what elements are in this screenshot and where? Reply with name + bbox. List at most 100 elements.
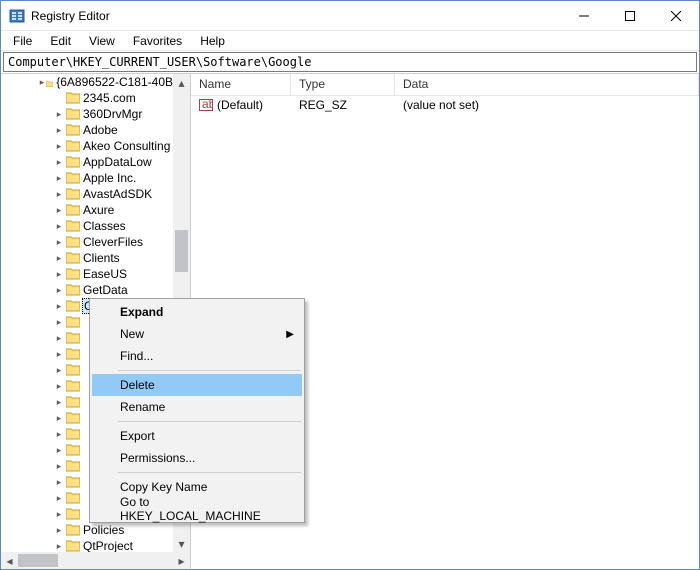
expand-icon[interactable]: ▸ xyxy=(53,282,65,298)
folder-icon xyxy=(66,220,80,232)
folder-icon xyxy=(66,172,80,184)
column-header-name[interactable]: Name xyxy=(191,74,291,95)
expand-icon[interactable]: ▸ xyxy=(53,138,65,154)
ctx-permissions[interactable]: Permissions... xyxy=(92,447,302,469)
tree-item[interactable]: ▸EaseUS xyxy=(1,266,173,282)
ctx-goto-hklm[interactable]: Go to HKEY_LOCAL_MACHINE xyxy=(92,498,302,520)
scroll-up-arrow-icon[interactable]: ▴ xyxy=(173,74,190,91)
list-row[interactable]: ab (Default) REG_SZ (value not set) xyxy=(191,96,699,114)
scroll-right-arrow-icon[interactable]: ▸ xyxy=(173,552,190,569)
tree-item[interactable]: ▸ AvastAdSDK xyxy=(1,186,173,202)
tree-item[interactable]: ▸ GetData xyxy=(1,282,173,298)
folder-icon xyxy=(66,508,80,520)
expand-icon[interactable]: ▸ xyxy=(53,234,65,250)
ctx-delete[interactable]: Delete xyxy=(92,374,302,396)
scroll-down-arrow-icon[interactable]: ▾ xyxy=(173,535,190,552)
expand-icon[interactable]: ▸ xyxy=(53,394,65,410)
scroll-thumb[interactable] xyxy=(175,230,188,272)
column-header-data[interactable]: Data xyxy=(395,74,699,95)
expand-icon[interactable]: ▸ xyxy=(53,410,65,426)
tree-item-label: GetData xyxy=(83,283,128,297)
expand-icon[interactable]: ▸ xyxy=(53,506,65,522)
minimize-button[interactable] xyxy=(561,1,607,30)
tree-item[interactable]: ▸ Policies xyxy=(1,522,173,538)
tree-item[interactable]: ▸Apple Inc. xyxy=(1,170,173,186)
folder-icon xyxy=(66,92,80,104)
folder-icon xyxy=(66,108,80,120)
value-type: REG_SZ xyxy=(291,98,395,112)
folder-icon xyxy=(66,188,80,200)
tree-item-label: AvastAdSDK xyxy=(83,187,152,201)
expand-icon[interactable]: ▸ xyxy=(53,298,65,314)
expand-icon[interactable]: ▸ xyxy=(53,106,65,122)
folder-icon xyxy=(66,204,80,216)
expand-icon[interactable]: ▸ xyxy=(53,250,65,266)
tree-item[interactable]: ▸AppDataLow xyxy=(1,154,173,170)
tree-item[interactable]: ▸360DrvMgr xyxy=(1,106,173,122)
expand-icon[interactable]: ▸ xyxy=(53,330,65,346)
ctx-rename[interactable]: Rename xyxy=(92,396,302,418)
menu-view[interactable]: View xyxy=(81,32,123,50)
tree-item[interactable]: ▸QtProject xyxy=(1,538,173,552)
expand-icon[interactable]: ▸ xyxy=(53,474,65,490)
scroll-thumb[interactable] xyxy=(18,554,58,567)
menu-bar: File Edit View Favorites Help xyxy=(1,31,699,51)
expand-icon[interactable]: ▸ xyxy=(53,442,65,458)
expand-icon[interactable]: ▸ xyxy=(53,490,65,506)
maximize-icon xyxy=(625,11,635,21)
expand-icon[interactable]: ▸ xyxy=(53,458,65,474)
tree-item[interactable]: ▸ Clients xyxy=(1,250,173,266)
expand-icon[interactable]: ▸ xyxy=(53,426,65,442)
tree-item-label: {6A896522-C181-40B xyxy=(56,75,173,89)
tree-item[interactable]: ▸Akeo Consulting xyxy=(1,138,173,154)
ctx-export[interactable]: Export xyxy=(92,425,302,447)
folder-icon xyxy=(66,252,80,264)
tree-item[interactable]: ▸Adobe xyxy=(1,122,173,138)
expand-icon[interactable]: ▸ xyxy=(53,218,65,234)
folder-icon xyxy=(66,412,80,424)
expand-icon[interactable]: ▸ xyxy=(53,266,65,282)
ctx-expand[interactable]: Expand xyxy=(92,301,302,323)
menu-favorites[interactable]: Favorites xyxy=(125,32,190,50)
folder-icon xyxy=(66,476,80,488)
tree-item[interactable]: ▸ {6A896522-C181-40B xyxy=(1,74,173,90)
tree-item[interactable]: ▸CleverFiles xyxy=(1,234,173,250)
minimize-icon xyxy=(579,11,589,21)
expand-icon[interactable]: ▸ xyxy=(39,74,45,90)
expand-icon[interactable]: ▸ xyxy=(53,346,65,362)
tree-item[interactable]: 2345.com xyxy=(1,90,173,106)
close-button[interactable] xyxy=(653,1,699,30)
folder-icon xyxy=(66,364,80,376)
expand-icon[interactable]: ▸ xyxy=(53,170,65,186)
expand-icon[interactable]: ▸ xyxy=(53,522,65,538)
ctx-find[interactable]: Find... xyxy=(92,345,302,367)
scroll-left-arrow-icon[interactable]: ◂ xyxy=(1,552,18,569)
expand-icon[interactable]: ▸ xyxy=(53,378,65,394)
column-header-type[interactable]: Type xyxy=(291,74,395,95)
tree-item[interactable]: ▸Axure xyxy=(1,202,173,218)
ctx-new[interactable]: New▶ xyxy=(92,323,302,345)
folder-icon xyxy=(46,76,53,88)
folder-icon xyxy=(66,524,80,536)
expand-icon[interactable]: ▸ xyxy=(53,186,65,202)
tree-item-label: Policies xyxy=(83,523,124,537)
expand-icon[interactable]: ▸ xyxy=(53,314,65,330)
folder-icon xyxy=(66,316,80,328)
tree-item[interactable]: ▸Classes xyxy=(1,218,173,234)
menu-help[interactable]: Help xyxy=(192,32,233,50)
expand-icon[interactable]: ▸ xyxy=(53,122,65,138)
folder-icon xyxy=(66,284,80,296)
expand-icon[interactable]: ▸ xyxy=(53,154,65,170)
menu-file[interactable]: File xyxy=(5,32,40,50)
submenu-arrow-icon: ▶ xyxy=(286,329,294,340)
maximize-button[interactable] xyxy=(607,1,653,30)
menu-edit[interactable]: Edit xyxy=(42,32,79,50)
address-input[interactable] xyxy=(3,52,697,72)
expand-icon[interactable]: ▸ xyxy=(53,362,65,378)
tree-item-label: 2345.com xyxy=(83,91,136,105)
expand-icon[interactable]: ▸ xyxy=(53,538,65,552)
expand-icon[interactable]: ▸ xyxy=(53,202,65,218)
tree-horizontal-scrollbar[interactable]: ◂ ▸ xyxy=(1,552,190,569)
tree-item-label: Clients xyxy=(83,251,120,265)
titlebar: Registry Editor xyxy=(1,1,699,31)
